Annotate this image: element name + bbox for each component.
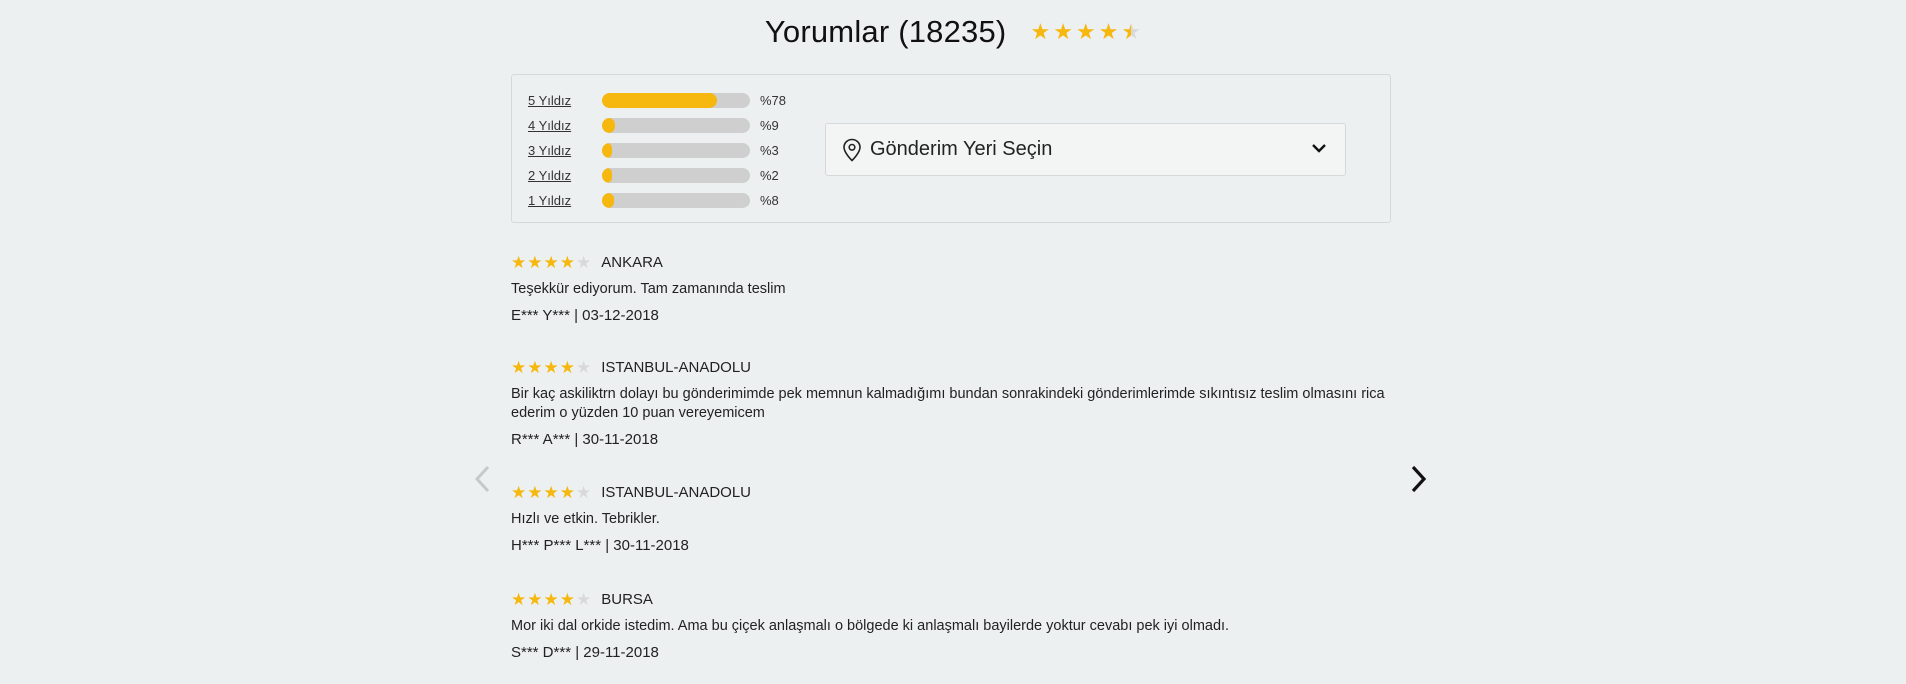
star-icon: ★ xyxy=(1030,19,1051,44)
review-header: ★ ★ ★ ★ ★ ISTANBUL-ANADOLU xyxy=(511,476,1391,508)
distribution-percent: %78 xyxy=(760,93,787,108)
review-header: ★ ★ ★ ★ ★ ANKARA xyxy=(511,246,1391,278)
star-icon: ★ xyxy=(1053,19,1073,44)
star-icon: ★ xyxy=(543,482,559,502)
reviews-header: Yorumlar (18235) ★ ★ ★ ★ ★ xyxy=(0,14,1906,50)
review-header: ★ ★ ★ ★ ★ BURSA xyxy=(511,583,1391,615)
distribution-row: 2 Yıldız %2 xyxy=(528,163,786,188)
star-icon: ★ xyxy=(576,357,592,377)
distribution-bar-fill xyxy=(602,93,718,108)
review-rating-stars: ★ ★ ★ ★ ★ xyxy=(511,484,591,501)
star-icon: ★ xyxy=(559,589,575,609)
distribution-row: 5 Yıldız %78 xyxy=(528,88,786,113)
distribution-bar xyxy=(602,93,750,108)
review-text: Teşekkür ediyorum. Tam zamanında teslim xyxy=(511,281,786,297)
distribution-percent: %2 xyxy=(760,168,779,183)
distribution-bar xyxy=(602,143,750,158)
location-pin-icon xyxy=(843,138,861,162)
star-icon: ★ xyxy=(511,357,527,377)
review-rating-stars: ★ ★ ★ ★ ★ xyxy=(511,359,591,376)
star-icon: ★ xyxy=(511,252,527,272)
review-item: ★ ★ ★ ★ ★ ISTANBUL-ANADOLU Hızlı ve etkin. Teb… xyxy=(511,476,1391,555)
chevron-left-icon[interactable] xyxy=(473,465,493,493)
distribution-bar xyxy=(602,193,750,208)
star-icon: ★ xyxy=(527,252,543,272)
review-author-date: E*** Y*** | 03-12-2018 xyxy=(511,307,659,324)
star-icon: ★ xyxy=(576,252,592,272)
review-city: ISTANBUL-ANADOLU xyxy=(601,483,752,501)
review-text: Hızlı ve etkin. Tebrikler. xyxy=(511,511,660,527)
review-city: ANKARA xyxy=(601,253,663,271)
distribution-percent: %3 xyxy=(760,143,779,158)
review-item: ★ ★ ★ ★ ★ BURSA Mor iki dal orkide istedim. Am… xyxy=(511,583,1391,662)
distribution-bar xyxy=(602,168,750,183)
distribution-percent: %9 xyxy=(760,118,779,133)
star-icon: ★ xyxy=(527,357,543,377)
review-rating-stars: ★ ★ ★ ★ ★ xyxy=(511,254,591,271)
distribution-percent: %8 xyxy=(760,193,779,208)
dropdown-label: Gönderim Yeri Seçin xyxy=(870,138,1053,160)
star-icon: ★ xyxy=(559,482,575,502)
review-author-date: S*** D*** | 29-11-2018 xyxy=(511,644,659,661)
review-city: ISTANBUL-ANADOLU xyxy=(601,358,752,376)
distribution-bar xyxy=(602,118,750,133)
review-rating-stars: ★ ★ ★ ★ ★ xyxy=(511,591,591,608)
review-item: ★ ★ ★ ★ ★ ANKARA Teşekkür ediyorum. Tam zamanı… xyxy=(511,246,1391,325)
review-header: ★ ★ ★ ★ ★ ISTANBUL-ANADOLU xyxy=(511,351,1391,383)
star-icon: ★ xyxy=(543,589,559,609)
review-text: Bir kaç askiliktrn dolayı bu gönderimimd… xyxy=(511,386,1385,421)
distribution-row: 1 Yıldız %8 xyxy=(528,188,786,213)
star-icon: ★ xyxy=(576,482,592,502)
chevron-right-icon[interactable] xyxy=(1408,465,1428,493)
review-city: BURSA xyxy=(601,590,653,608)
star-icon: ★ xyxy=(511,589,527,609)
star-icon: ★ xyxy=(576,589,592,609)
review-author-date: R*** A*** | 30-11-2018 xyxy=(511,431,659,448)
review-item: ★ ★ ★ ★ ★ ISTANBUL-ANADOLU Bir kaç askiliktrn … xyxy=(511,351,1391,449)
star-icon: ★ xyxy=(543,357,559,377)
star-icon: ★ xyxy=(1075,19,1096,44)
distribution-bar-fill xyxy=(602,193,614,208)
distribution-label[interactable]: 5 Yıldız xyxy=(528,93,602,108)
star-icon: ★ xyxy=(511,482,527,502)
chevron-down-icon xyxy=(1312,144,1326,153)
shipping-location-dropdown[interactable]: Gönderim Yeri Seçin xyxy=(825,123,1346,176)
distribution-bar-fill xyxy=(602,118,616,133)
star-icon: ★ xyxy=(559,252,575,272)
distribution-label[interactable]: 4 Yıldız xyxy=(528,118,602,133)
average-rating-stars: ★ ★ ★ ★ ★ xyxy=(1030,21,1141,43)
distribution-label[interactable]: 2 Yıldız xyxy=(528,168,602,183)
star-icon: ★ xyxy=(543,252,559,272)
distribution-label[interactable]: 3 Yıldız xyxy=(528,143,602,158)
star-icon: ★ xyxy=(559,357,575,377)
distribution-label[interactable]: 1 Yıldız xyxy=(528,193,602,208)
reviews-title: Yorumlar (18235) xyxy=(764,14,1007,49)
star-icon: ★ xyxy=(527,482,543,502)
distribution-bar-fill xyxy=(602,168,612,183)
distribution-row: 4 Yıldız %9 xyxy=(528,113,786,138)
rating-summary-box: 5 Yıldız %78 4 Yıldız %9 3 Yıldız %3 2 Yıldız%… xyxy=(511,74,1391,223)
rating-distribution: 5 Yıldız %78 4 Yıldız %9 3 Yıldız %3 2 Yıldız%… xyxy=(528,88,786,213)
review-author-date: H*** P*** L*** | 30-11-2018 xyxy=(511,537,689,554)
distribution-row: 3 Yıldız %3 xyxy=(528,138,786,163)
star-icon: ★ xyxy=(1098,19,1119,44)
star-icon: ★ xyxy=(1121,19,1142,44)
review-text: Mor iki dal orkide istedim. Ama bu çiçek… xyxy=(511,618,1230,634)
distribution-bar-fill xyxy=(602,143,612,158)
star-icon: ★ xyxy=(527,589,543,609)
